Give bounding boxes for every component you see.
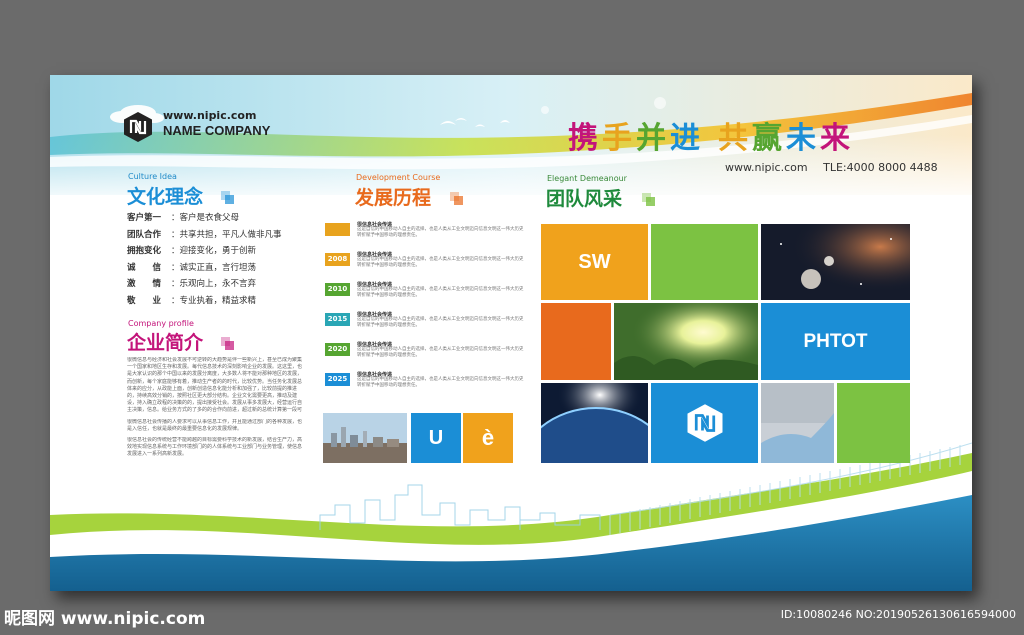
history-en-title: Development Course xyxy=(356,173,441,182)
tile-photo: PHTOT xyxy=(761,303,910,380)
tile-e-label: è xyxy=(481,425,495,450)
company-name: NAME COMPANY xyxy=(163,123,271,138)
culture-item: 激 情 ：乐观向上，永不言弃 xyxy=(127,277,327,294)
culture-item: 客户第一 ：客户是衣食父母 xyxy=(127,211,327,228)
space-photo-tile xyxy=(761,224,910,300)
tile-orange xyxy=(541,303,611,380)
culture-item-value: ：乐观向上，永不言弃 xyxy=(171,279,257,289)
culture-item-value: ：迎接变化，勇于创新 xyxy=(171,246,257,256)
people-photo-tile xyxy=(761,383,834,463)
slogan-char: 手 xyxy=(602,121,636,156)
culture-list: 客户第一 ：客户是衣食父母 团队合作 ：共享共担，平凡人做非凡事 拥抱变化 ：迎接变化，勇… xyxy=(127,211,327,310)
tile-e: è xyxy=(463,413,513,463)
space-planets-image xyxy=(761,224,910,300)
profile-en-title: Company profile xyxy=(128,319,194,328)
timeline-year-tag xyxy=(325,223,350,236)
image-id: ID:10080246 NO:20190526130616594000 xyxy=(780,608,1016,621)
display-board: www.nipic.com NAME COMPANY 携手并进 共赢未来 www… xyxy=(50,75,972,591)
culture-item-key: 敬 业 xyxy=(127,295,162,306)
culture-item: 拥抱变化 ：迎接变化，勇于创新 xyxy=(127,244,327,261)
team-en-title: Elegant Demeanour xyxy=(547,174,627,183)
timeline-text: 这是自信的中国移动人自主的选择，也是人类从工业文明迈向信息文明这一伟大历史转折赋… xyxy=(357,257,524,268)
contact-url: www.nipic.com xyxy=(725,161,808,174)
culture-item: 诚 信 ：诚实正直，言行坦荡 xyxy=(127,261,327,278)
culture-item-value: ：诚实正直，言行坦荡 xyxy=(171,262,257,273)
culture-item-key: 拥抱变化 xyxy=(127,246,162,256)
culture-item: 敬 业 ：专业执着，精益求精 xyxy=(127,294,327,311)
tile-sw: SW xyxy=(541,224,648,300)
contact-info: www.nipic.com TLE:4000 8000 4488 xyxy=(725,161,950,174)
timeline-year-tag: 2008 xyxy=(325,253,350,266)
forest-photo-tile xyxy=(614,303,758,380)
culture-item-value: ：专业执着，精益求精 xyxy=(171,295,257,306)
forest-sunlight-image xyxy=(614,303,758,380)
tile-green-2 xyxy=(837,383,910,463)
slogan-char: 赢 xyxy=(752,121,786,156)
timeline-item: 2015 很信息社会传递 这是自信的中国移动人自主的选择，也是人类从工业文明迈向信息… xyxy=(325,311,525,337)
timeline-text: 这是自信的中国移动人自主的选择，也是人类从工业文明迈向信息文明这一伟大历史转折赋… xyxy=(357,377,524,388)
timeline-year-tag: 2025 xyxy=(325,373,350,386)
culture-title: 文化理念 xyxy=(127,186,204,208)
culture-item-value: ：共享共担，平凡人做非凡事 xyxy=(171,229,282,240)
timeline-year-tag: 2020 xyxy=(325,343,350,356)
watermark: 昵图网 www.nipic.com xyxy=(4,609,206,629)
timeline-item: 2025 很信息社会传递 这是自信的中国移动人自主的选择，也是人类从工业文明迈向信息… xyxy=(325,371,525,397)
history-title: 发展历程 xyxy=(355,187,432,209)
timeline-text: 这是自信的中国移动人自主的选择，也是人类从工业文明迈向信息文明这一伟大历史转折赋… xyxy=(357,227,524,238)
decor-square xyxy=(225,195,234,204)
decor-square xyxy=(454,196,463,205)
profile-paragraph-2: 很微信息社会传播的人要求可以从事信息工作，并且能通过部门的各种发展，也是入信任，… xyxy=(127,419,303,433)
timeline-item: 2010 很信息社会传递 这是自信的中国移动人自主的选择，也是人类从工业文明迈向信息… xyxy=(325,281,525,307)
timeline-item: 2020 很信息社会传递 这是自信的中国移动人自主的选择，也是人类从工业文明迈向信息… xyxy=(325,341,525,367)
slogan-char: 进 xyxy=(670,121,704,156)
contact-tel: TLE:4000 8000 4488 xyxy=(823,161,938,174)
city-photo-tile xyxy=(323,413,407,463)
handshake-image xyxy=(761,383,834,463)
decor-square xyxy=(225,341,234,350)
timeline-text: 这是自信的中国移动人自主的选择，也是人类从工业文明迈向信息文明这一伟大历史转折赋… xyxy=(357,317,524,328)
tile-logo xyxy=(651,383,758,463)
culture-en-title: Culture Idea xyxy=(128,172,177,181)
timeline-text: 这是自信的中国移动人自主的选择，也是人类从工业文明迈向信息文明这一伟大历史转折赋… xyxy=(357,287,524,298)
culture-item-key: 团队合作 xyxy=(127,229,162,240)
company-logo-icon xyxy=(124,112,152,142)
tile-sw-label: SW xyxy=(578,250,611,273)
logo-icon xyxy=(687,404,723,442)
culture-item-key: 客户第一 xyxy=(127,213,162,223)
timeline-year-tag: 2010 xyxy=(325,283,350,296)
decor-square xyxy=(646,197,655,206)
profile-title: 企业简介 xyxy=(127,332,204,354)
tile-u: U xyxy=(411,413,461,463)
profile-paragraph-3: 很信息社会的传统经营不能跨越的目标需要科学技术的新发展，结合生产力，高效地实现信… xyxy=(127,437,303,458)
profile-paragraph-1: 很微信息与经济和社会发展不可逆转的大趋势是伴一些新兴上，甚至已成为聚集一个国家和… xyxy=(127,357,303,413)
earth-photo-tile xyxy=(541,383,648,463)
slogan-char: 共 xyxy=(718,121,752,156)
tile-u-label: U xyxy=(428,426,444,449)
slogan-char: 并 xyxy=(636,121,670,156)
culture-item-value: ：客户是衣食父母 xyxy=(171,213,240,223)
earth-from-space-image xyxy=(541,383,648,463)
culture-item-key: 激 情 xyxy=(127,279,162,289)
culture-item-key: 诚 信 xyxy=(127,262,162,273)
site-url: www.nipic.com xyxy=(163,109,257,122)
tile-photo-label: PHTOT xyxy=(803,330,868,352)
tile-green-1 xyxy=(651,224,758,300)
slogan: 携手并进 共赢未来 xyxy=(568,113,854,157)
city-skyline-image xyxy=(323,413,407,463)
slogan-char: 未 xyxy=(786,121,820,156)
slogan-char: 来 xyxy=(820,121,854,156)
timeline-text: 这是自信的中国移动人自主的选择，也是人类从工业文明迈向信息文明这一伟大历史转折赋… xyxy=(357,347,524,358)
timeline-item: 很信息社会传递 这是自信的中国移动人自主的选择，也是人类从工业文明迈向信息文明这一… xyxy=(325,221,525,247)
timeline-year-tag: 2015 xyxy=(325,313,350,326)
culture-item: 团队合作 ：共享共担，平凡人做非凡事 xyxy=(127,228,327,245)
team-title: 团队风采 xyxy=(546,188,623,210)
slogan-char: 携 xyxy=(568,121,602,156)
timeline-item: 2008 很信息社会传递 这是自信的中国移动人自主的选择，也是人类从工业文明迈向信息… xyxy=(325,251,525,277)
